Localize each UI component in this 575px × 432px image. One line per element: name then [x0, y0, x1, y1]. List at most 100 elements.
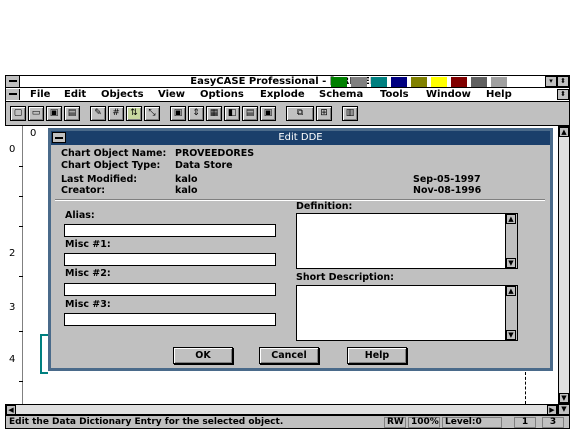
misc1-field[interactable]	[64, 253, 276, 266]
restore-icon: ⬍	[560, 77, 566, 85]
tree-icon[interactable]: ⊞	[316, 106, 332, 121]
toolbar: ▢ ▭ ▣ ▤ ✎ # ⇅ ⤡ ▣ ⇕ ▦ ◧ ▤ ▣ ⧉ ⊞ ▥	[5, 102, 570, 126]
ruler-mark: 0	[9, 144, 16, 155]
menu-schema[interactable]: Schema	[319, 88, 363, 101]
window-icon[interactable]: ▣	[170, 106, 186, 121]
ok-button[interactable]: OK	[173, 347, 233, 364]
ruler-tick	[19, 226, 23, 227]
ruler-tick	[19, 196, 23, 197]
definition-field[interactable]: ▲ ▼	[296, 213, 518, 269]
menu-window[interactable]: Window	[426, 88, 471, 101]
menu-tools[interactable]: Tools	[380, 88, 409, 101]
created-date-value: Nov-08-1996	[413, 185, 482, 196]
menu-file[interactable]: File	[30, 88, 50, 101]
misc1-label: Misc #1:	[65, 239, 111, 250]
align-icon[interactable]: ⇅	[126, 106, 142, 121]
title-toolbar-icons	[331, 77, 511, 87]
main-title-bar: EasyCASE Professional - [PRIMER I ▾ ⬍	[5, 75, 570, 88]
misc3-label: Misc #3:	[65, 299, 111, 310]
ruler-top-mark: 0	[30, 128, 37, 139]
ruler-tick	[19, 166, 23, 167]
restore-button[interactable]: ⬍	[557, 76, 569, 87]
new-icon[interactable]: ▢	[10, 106, 26, 121]
menu-objects[interactable]: Objects	[101, 88, 144, 101]
resize-icon[interactable]: ⇕	[188, 106, 204, 121]
toolbar-icon-c[interactable]	[371, 77, 387, 87]
document-system-menu-button[interactable]	[6, 89, 20, 100]
document-restore-button[interactable]: ⬍	[557, 89, 569, 100]
status-mode: RW	[384, 417, 406, 428]
menu-options[interactable]: Options	[200, 88, 244, 101]
toolbar-icon-d[interactable]	[391, 77, 407, 87]
alias-label: Alias:	[65, 210, 95, 221]
scroll-down-icon[interactable]: ▼	[559, 393, 569, 403]
diagram-shape-edge[interactable]	[40, 334, 48, 374]
pencil-icon[interactable]: ✎	[90, 106, 106, 121]
ruler-tick	[19, 331, 23, 332]
definition-scrollbar[interactable]: ▲ ▼	[505, 214, 517, 268]
ruler-mark: 4	[9, 354, 16, 365]
menu-help[interactable]: Help	[486, 88, 512, 101]
ruler-tick	[19, 381, 23, 382]
menu-edit[interactable]: Edit	[64, 88, 86, 101]
last-modified-date-value: Sep-05-1997	[413, 174, 481, 185]
alias-field[interactable]	[64, 224, 276, 237]
menu-explode[interactable]: Explode	[260, 88, 305, 101]
definition-scroll-up-icon[interactable]: ▲	[506, 214, 516, 224]
chart-object-name-value: PROVEEDORES	[175, 148, 255, 159]
definition-scroll-down-icon[interactable]: ▼	[506, 258, 516, 268]
toolbar-icon-f[interactable]	[431, 77, 447, 87]
short-description-scrollbar[interactable]: ▲ ▼	[505, 286, 517, 340]
toolbar-icon-e[interactable]	[411, 77, 427, 87]
status-bar: Edit the Data Dictionary Entry for the s…	[5, 415, 570, 429]
dialog-title-bar: Edit DDE	[51, 131, 550, 145]
print-icon[interactable]: ▤	[64, 106, 80, 121]
form-icon[interactable]: ▣	[260, 106, 276, 121]
menu-view[interactable]: View	[158, 88, 185, 101]
vertical-scrollbar[interactable]: ▲ ▼	[558, 126, 570, 404]
report-icon[interactable]: ▥	[342, 106, 358, 121]
cancel-button[interactable]: Cancel	[259, 347, 319, 364]
vertical-ruler: 0 2 3 4	[5, 126, 23, 404]
toolbar-icon-a[interactable]	[331, 77, 347, 87]
page-boundary-line	[525, 372, 526, 404]
edit-dde-dialog: Edit DDE Chart Object Name: PROVEEDORES …	[48, 128, 553, 371]
scroll-right-icon[interactable]: ▶	[547, 405, 557, 415]
menu-bar: File Edit Objects View Options Explode S…	[5, 88, 570, 102]
last-modified-label: Last Modified:	[61, 174, 138, 185]
list-icon[interactable]: ▤	[242, 106, 258, 121]
scroll-corner: ▼	[558, 404, 570, 415]
scroll-up-icon[interactable]: ▲	[559, 127, 569, 137]
minimize-button[interactable]: ▾	[545, 76, 557, 87]
toolbar-icon-g[interactable]	[451, 77, 467, 87]
horizontal-scrollbar[interactable]: ◀ ▶	[5, 404, 558, 415]
definition-label: Definition:	[296, 201, 353, 212]
dialog-system-menu-icon	[55, 137, 63, 139]
creator-label: Creator:	[61, 185, 106, 196]
misc3-field[interactable]	[64, 313, 276, 326]
table-icon[interactable]: ▦	[206, 106, 222, 121]
toolbar-icon-b[interactable]	[351, 77, 367, 87]
creator-value: kalo	[175, 185, 198, 196]
misc2-label: Misc #2:	[65, 268, 111, 279]
short-description-field[interactable]: ▲ ▼	[296, 285, 518, 341]
save-icon[interactable]: ▣	[46, 106, 62, 121]
toolbar-icon-i[interactable]	[491, 77, 507, 87]
short-description-label: Short Description:	[296, 272, 394, 283]
status-pages: 3	[542, 417, 564, 428]
dialog-title: Edit DDE	[278, 132, 323, 143]
grid-icon[interactable]: #	[108, 106, 124, 121]
dialog-system-menu-button[interactable]	[52, 132, 66, 143]
open-icon[interactable]: ▭	[28, 106, 44, 121]
misc2-field[interactable]	[64, 283, 276, 296]
dictionary-icon[interactable]: ⧉	[286, 106, 314, 121]
status-level: Level:0	[442, 417, 502, 428]
scroll-left-icon[interactable]: ◀	[6, 405, 16, 415]
help-button[interactable]: Help	[347, 347, 407, 364]
short-description-scroll-up-icon[interactable]: ▲	[506, 286, 516, 296]
connect-icon[interactable]: ⤡	[144, 106, 160, 121]
last-modified-by-value: kalo	[175, 174, 198, 185]
split-icon[interactable]: ◧	[224, 106, 240, 121]
short-description-scroll-down-icon[interactable]: ▼	[506, 330, 516, 340]
toolbar-icon-h[interactable]	[471, 77, 487, 87]
